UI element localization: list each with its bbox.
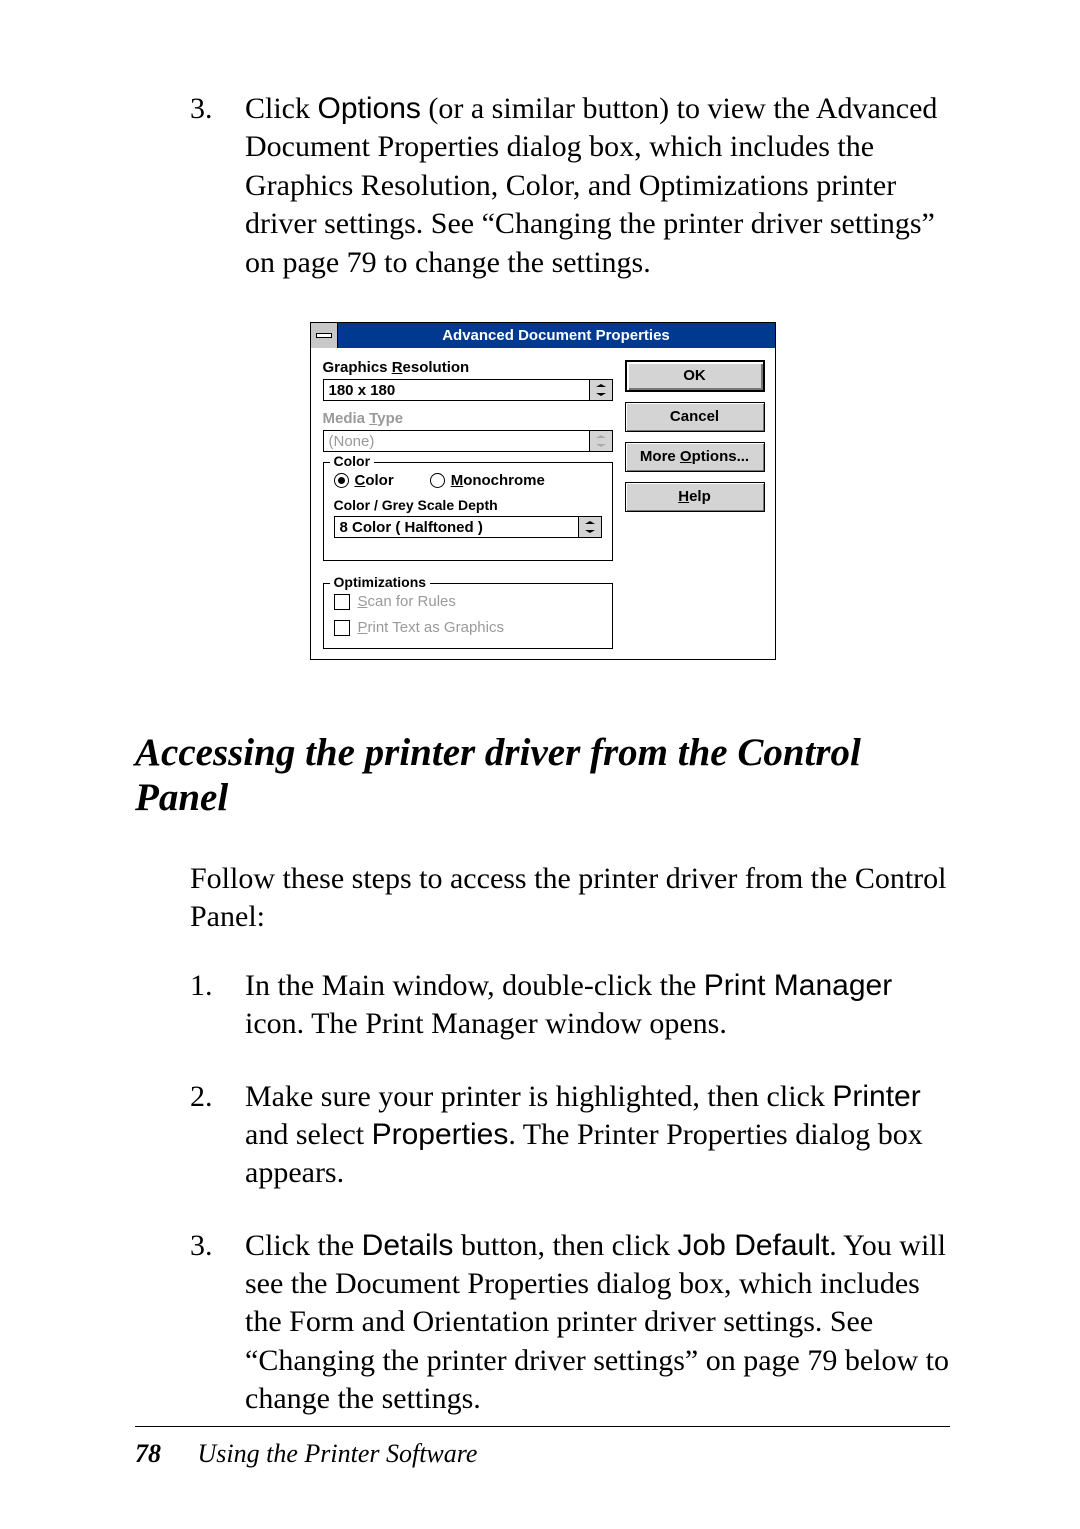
optimizations-group: Optimizations Scan for Rules Print Text … [323, 583, 613, 649]
cp-step-1: 1. In the Main window, double-click the … [190, 967, 950, 1044]
monochrome-radio[interactable]: Monochrome [430, 473, 545, 488]
dropdown-arrow-icon[interactable] [589, 380, 612, 400]
print-text-as-graphics-checkbox: Print Text as Graphics [334, 620, 602, 636]
graphics-resolution-label: Graphics Resolution [323, 360, 613, 375]
step-3-number: 3. [190, 90, 213, 128]
graphics-resolution-select[interactable]: 180 x 180 [323, 379, 613, 401]
media-type-label: Media Type [323, 411, 613, 426]
step-3-text-a: Click [245, 92, 318, 125]
cp-step-2-number: 2. [190, 1078, 213, 1116]
dropdown-arrow-icon[interactable] [578, 517, 601, 537]
footer-rule [135, 1426, 950, 1427]
ok-button[interactable]: OK [625, 360, 765, 392]
color-group-legend: Color [330, 454, 375, 468]
page-number: 78 [135, 1439, 161, 1468]
optimizations-legend: Optimizations [330, 575, 431, 589]
depth-value: 8 Color ( Halftoned ) [335, 517, 578, 537]
radio-unselected-icon [430, 473, 445, 488]
help-button[interactable]: Help [625, 482, 765, 512]
properties-ui-word: Properties [372, 1118, 509, 1151]
system-menu-icon[interactable] [311, 323, 338, 348]
radio-selected-icon [334, 473, 349, 488]
section-intro: Follow these steps to access the printer… [190, 860, 950, 937]
print-manager-ui-word: Print Manager [704, 969, 892, 1002]
dialog-figure: Advanced Document Properties Graphics Re… [135, 322, 950, 660]
color-group: Color Color Monochrome Color / Grey [323, 462, 613, 561]
cancel-button[interactable]: Cancel [625, 402, 765, 432]
depth-select[interactable]: 8 Color ( Halftoned ) [334, 516, 602, 538]
job-default-ui-word: Job Default [677, 1229, 829, 1262]
printer-ui-word: Printer [832, 1080, 920, 1113]
details-ui-word: Details [362, 1229, 454, 1262]
advanced-doc-properties-dialog: Advanced Document Properties Graphics Re… [310, 322, 776, 660]
color-radio[interactable]: Color [334, 473, 394, 488]
cp-step-3: 3. Click the Details button, then click … [190, 1227, 950, 1419]
options-ui-word: Options [318, 92, 421, 125]
titlebar: Advanced Document Properties [311, 323, 775, 348]
step-3-item: 3. Click Options (or a similar button) t… [190, 90, 950, 282]
checkbox-icon [334, 620, 350, 636]
scan-for-rules-checkbox: Scan for Rules [334, 594, 602, 610]
page-footer: 78 Using the Printer Software [135, 1426, 950, 1469]
media-type-value: (None) [324, 431, 589, 451]
chapter-title: Using the Printer Software [198, 1439, 478, 1468]
section-heading: Accessing the printer driver from the Co… [135, 730, 950, 820]
depth-label: Color / Grey Scale Depth [334, 498, 602, 512]
dropdown-arrow-icon [589, 431, 612, 451]
cp-step-2: 2. Make sure your printer is highlighted… [190, 1078, 950, 1193]
graphics-resolution-value: 180 x 180 [324, 380, 589, 400]
media-type-select: (None) [323, 430, 613, 452]
cp-step-1-number: 1. [190, 967, 213, 1005]
checkbox-icon [334, 594, 350, 610]
dialog-title: Advanced Document Properties [338, 323, 775, 348]
more-options-button[interactable]: More Options... [625, 442, 765, 472]
cp-step-3-number: 3. [190, 1227, 213, 1265]
